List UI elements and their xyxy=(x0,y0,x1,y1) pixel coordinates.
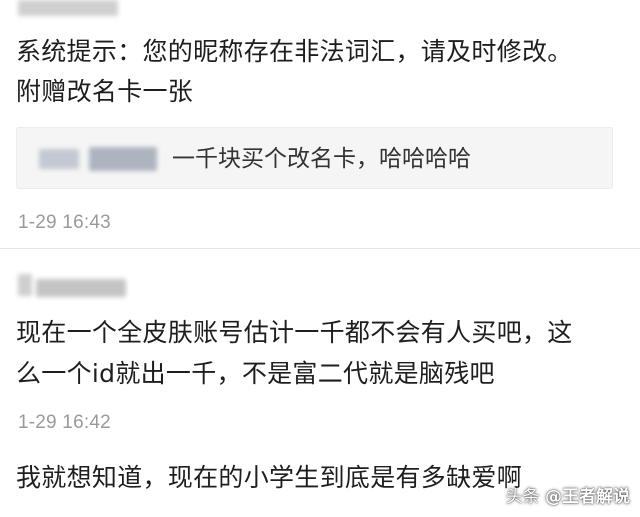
divider xyxy=(0,248,640,249)
username-redacted xyxy=(18,274,32,296)
comment-text-line: 我就想知道，现在的小学生到底是有多缺爱啊 xyxy=(16,463,523,492)
watermark: 头条 @王者解说 xyxy=(506,482,630,507)
comment-thread: 系统提示：您的昵称存在非法词汇，请及时修改。 附赠改名卡一张 一千块买个改名卡，… xyxy=(0,0,640,517)
watermark-handle: @王者解说 xyxy=(545,487,630,507)
comment-text-line: 现在一个全皮肤账号估计一千都不会有人买吧，这 xyxy=(16,318,573,347)
quoted-username-redacted xyxy=(39,149,79,169)
quoted-username-redacted xyxy=(89,147,157,171)
timestamp: 1-29 16:42 xyxy=(18,412,111,433)
quoted-reply[interactable]: 一千块买个改名卡，哈哈哈哈 xyxy=(16,127,613,189)
comment-text-line: 附赠改名卡一张 xyxy=(16,77,194,106)
quoted-reply-text: 一千块买个改名卡，哈哈哈哈 xyxy=(172,146,471,172)
comment-text-line: 系统提示：您的昵称存在非法词汇，请及时修改。 xyxy=(16,37,573,66)
comment-text-line: 么一个id就出一千，不是富二代就是脑残吧 xyxy=(16,359,495,388)
username-redacted xyxy=(18,0,118,16)
timestamp: 1-29 16:43 xyxy=(18,212,111,233)
watermark-source: 头条 xyxy=(505,487,540,507)
username-redacted xyxy=(36,279,126,297)
